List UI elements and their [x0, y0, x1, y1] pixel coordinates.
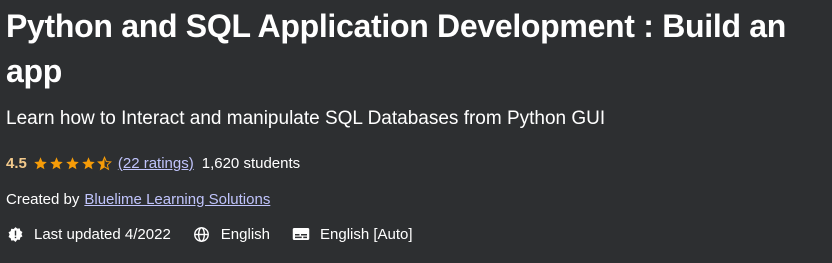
- language-text: English: [220, 225, 270, 243]
- students-count: 1,620 students: [201, 154, 301, 172]
- star-full-icon: [49, 156, 64, 171]
- star-half-icon: [96, 155, 112, 171]
- last-updated: Last updated 4/2022: [6, 225, 171, 243]
- star-rating: [33, 155, 112, 171]
- course-title: Python and SQL Application Development :…: [6, 8, 787, 89]
- course-subtitle: Learn how to Interact and manipulate SQL…: [6, 108, 606, 129]
- course-header: Python and SQL Application Development :…: [6, 0, 828, 245]
- instructor-link[interactable]: Bluelime Learning Solutions: [84, 191, 270, 208]
- language: English: [193, 225, 270, 243]
- course-meta-row: Last updated 4/2022 English English [Aut…: [6, 223, 828, 245]
- last-updated-text: Last updated 4/2022: [34, 225, 171, 243]
- created-by-label: Created by: [6, 190, 80, 208]
- ratings-count-link[interactable]: (22 ratings): [118, 155, 194, 172]
- captions: English [Auto]: [292, 225, 413, 243]
- star-full-icon: [65, 156, 80, 171]
- closed-captions-icon: [292, 225, 310, 243]
- created-by-row: Created by Bluelime Learning Solutions: [6, 188, 828, 210]
- globe-icon: [193, 225, 211, 243]
- star-full-icon: [81, 156, 96, 171]
- alert-badge-icon: [6, 225, 24, 243]
- captions-text: English [Auto]: [320, 225, 413, 243]
- rating-row: 4.5 (22 ratings) 1,620 students: [6, 152, 828, 174]
- star-full-icon: [33, 156, 48, 171]
- rating-value: 4.5: [6, 154, 27, 172]
